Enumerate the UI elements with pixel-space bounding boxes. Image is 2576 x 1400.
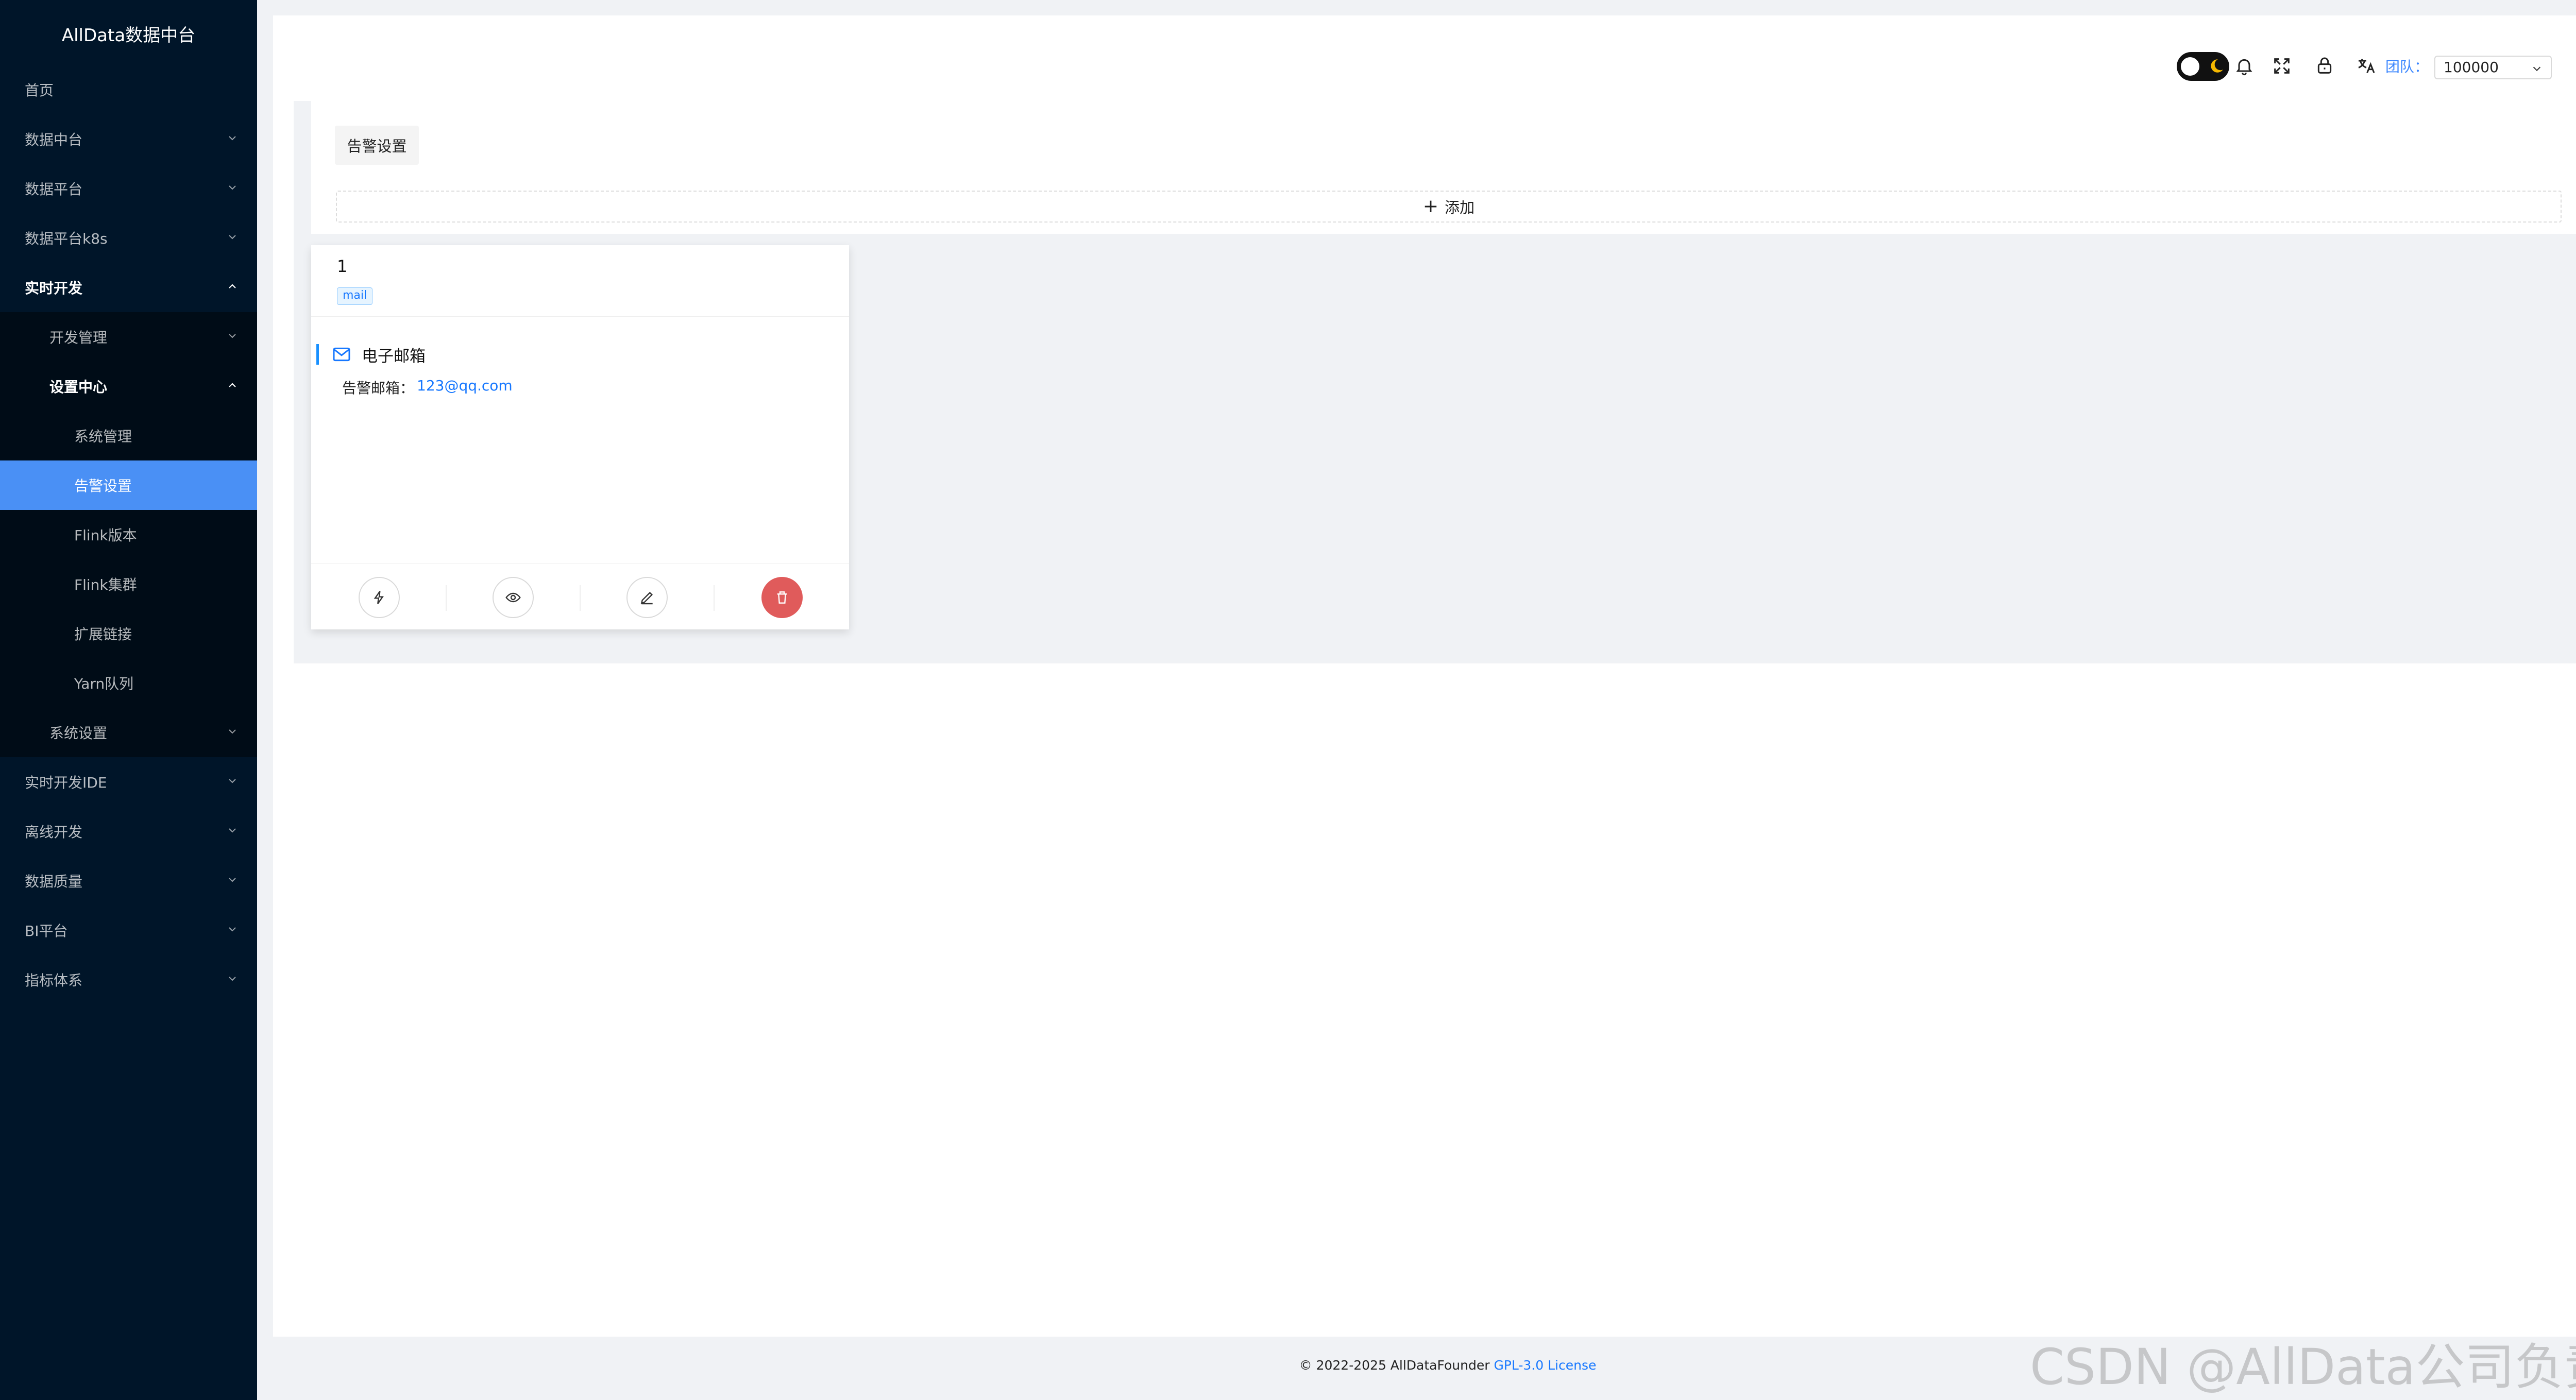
chevron-down-icon [226, 775, 239, 787]
sidebar-item-16[interactable]: 数据质量 [0, 856, 257, 906]
edit-icon [640, 591, 653, 605]
email-value: 123@qq.com [417, 377, 513, 394]
sidebar-item-9[interactable]: Flink版本 [0, 510, 257, 559]
view-icon [505, 592, 521, 603]
action-separator [714, 585, 715, 611]
action-separator [446, 585, 447, 611]
sidebar-item-label: Flink集群 [74, 576, 137, 593]
app-logo-title: AllData数据中台 [61, 25, 196, 46]
chevron-down-icon [226, 923, 239, 935]
card-type-tag: mail [337, 287, 373, 305]
chevron-down-icon [226, 181, 239, 194]
action-separator [580, 585, 581, 611]
sidebar-item-label: 开发管理 [49, 329, 108, 346]
team-label: 团队： [2385, 58, 2429, 75]
tab-alert-settings[interactable]: 告警设置 [335, 126, 419, 165]
sidebar-item-3[interactable]: 数据平台k8s [0, 213, 257, 263]
view-button[interactable] [493, 577, 534, 618]
team-select[interactable]: 100000 [2434, 56, 2552, 79]
delete-button[interactable] [761, 577, 803, 618]
add-button-label: 添加 [1445, 199, 1475, 216]
sidebar-item-label: 实时开发IDE [25, 774, 107, 791]
section-accent-bar [316, 344, 319, 365]
lock-icon[interactable] [2314, 56, 2335, 76]
sidebar-item-0[interactable]: 首页 [0, 65, 257, 114]
email-label: 告警邮箱： [342, 380, 415, 397]
edit-button[interactable] [626, 577, 668, 618]
chevron-down-icon [226, 874, 239, 886]
sidebar-item-1[interactable]: 数据中台 [0, 114, 257, 164]
add-button[interactable]: + 添加 [336, 191, 2562, 223]
sidebar-item-label: 系统设置 [49, 725, 108, 742]
card-divider [311, 316, 849, 317]
sidebar-item-label: BI平台 [25, 923, 68, 940]
chevron-down-icon [226, 330, 239, 342]
chevron-down-icon [2533, 66, 2541, 72]
test-icon [374, 591, 384, 604]
chevron-down-icon [226, 132, 239, 144]
mail-icon [331, 344, 352, 365]
translate-icon[interactable] [2356, 56, 2377, 76]
sidebar-item-label: 首页 [25, 82, 54, 99]
sidebar-item-5[interactable]: 开发管理 [0, 312, 257, 362]
sidebar-item-label: 离线开发 [25, 824, 83, 841]
sidebar-item-4[interactable]: 实时开发 [0, 263, 257, 312]
sidebar: AllData数据中台 首页数据中台数据平台数据平台k8s 实时开发开发管理设置中… [0, 0, 257, 1400]
footer-text: © 2022-2025 AllDataFounder [1299, 1358, 1494, 1373]
sidebar-item-15[interactable]: 离线开发 [0, 807, 257, 856]
sidebar-item-17[interactable]: BI平台 [0, 906, 257, 955]
sidebar-item-label: 数据平台 [25, 181, 83, 198]
sidebar-item-label: 数据平台k8s [25, 230, 108, 247]
sidebar-item-label: 指标体系 [25, 972, 83, 989]
sidebar-item-2[interactable]: 数据平台 [0, 164, 257, 213]
chevron-down-icon [226, 725, 239, 738]
sidebar-item-label: Flink版本 [74, 527, 137, 544]
sidebar-item-12[interactable]: Yarn队列 [0, 658, 257, 708]
sidebar-item-label: 扩展链接 [74, 626, 132, 643]
watermark: CSDN @AllData公司负责人 [2030, 1338, 2576, 1396]
delete-icon [777, 591, 787, 604]
sidebar-item-label: 数据中台 [25, 131, 83, 148]
moon-icon [2211, 59, 2223, 73]
bell-icon[interactable] [2234, 56, 2255, 76]
chevron-up-icon [226, 280, 239, 293]
sidebar-item-10[interactable]: Flink集群 [0, 559, 257, 609]
sidebar-item-label: 数据质量 [25, 873, 83, 890]
sidebar-item-18[interactable]: 指标体系 [0, 955, 257, 1004]
sidebar-item-8[interactable]: 告警设置 [0, 460, 257, 510]
toggle-knob [2181, 57, 2199, 76]
sidebar-item-label: Yarn队列 [74, 675, 134, 692]
section-title: 电子邮箱 [362, 347, 426, 366]
sidebar-item-11[interactable]: 扩展链接 [0, 609, 257, 658]
chevron-up-icon [226, 379, 239, 391]
sidebar-item-6[interactable]: 设置中心 [0, 362, 257, 411]
alert-card: 1 mail 电子邮箱 告警邮箱： 123@qq.com [311, 245, 849, 629]
sidebar-item-13[interactable]: 系统设置 [0, 708, 257, 757]
sidebar-item-7[interactable]: 系统管理 [0, 411, 257, 460]
chevron-down-icon [226, 231, 239, 243]
team-select-value: 100000 [2444, 59, 2499, 76]
test-button[interactable] [359, 577, 400, 618]
sidebar-item-label: 告警设置 [74, 477, 132, 494]
plus-icon: + [1422, 196, 1439, 217]
sidebar-item-label: 系统管理 [74, 428, 132, 445]
theme-toggle[interactable] [2177, 52, 2229, 81]
fullscreen-icon[interactable] [2272, 56, 2292, 76]
sidebar-item-label: 实时开发 [25, 280, 83, 297]
chevron-down-icon [226, 824, 239, 836]
license-link[interactable]: GPL-3.0 License [1494, 1358, 1596, 1373]
sidebar-item-14[interactable]: 实时开发IDE [0, 757, 257, 807]
sidebar-item-label: 设置中心 [49, 379, 108, 396]
card-title: 1 [337, 257, 348, 276]
chevron-down-icon [226, 972, 239, 985]
